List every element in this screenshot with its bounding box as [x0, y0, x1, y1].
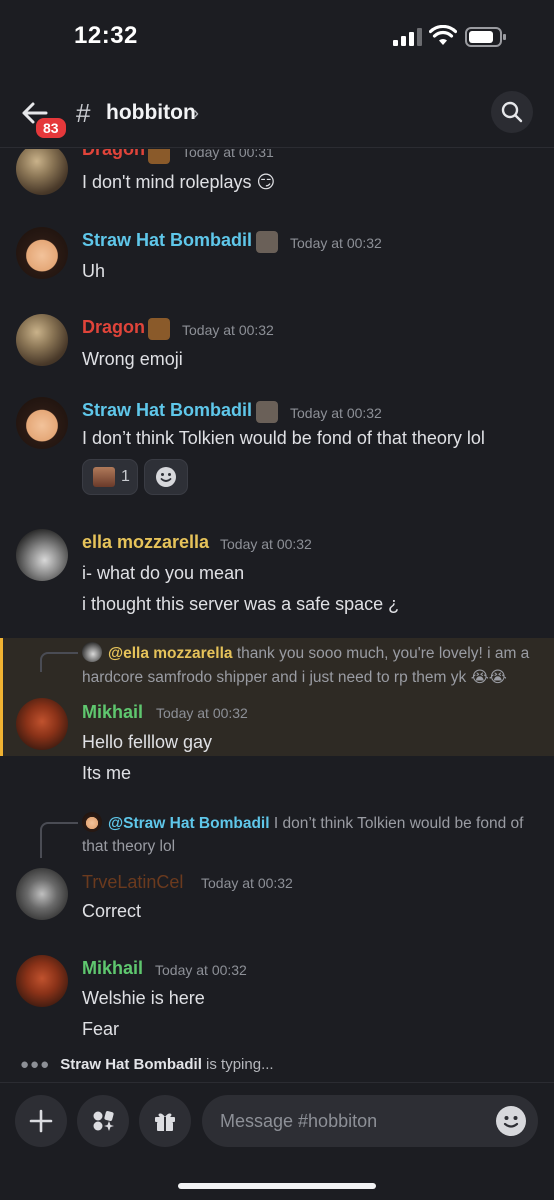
timestamp: Today at 00:32 — [201, 875, 293, 891]
reply-text: hardcore samfrodo shipper and i just nee… — [82, 669, 507, 686]
avatar[interactable] — [16, 529, 68, 581]
reply-text: thank you sooo much, you're lovely! i am… — [236, 645, 530, 662]
message-text: Hello felllow gay — [82, 732, 213, 752]
hash-icon: # — [76, 98, 91, 128]
reply-reference[interactable]: @Straw Hat Bombadil I don’t think Tolkie… — [82, 812, 523, 835]
reaction-count: 1 — [121, 468, 130, 485]
reply-text: that theory lol — [82, 838, 176, 855]
typing-text: is typing... — [206, 1056, 274, 1073]
avatar[interactable] — [16, 955, 68, 1007]
reply-reference[interactable]: @ella mozzarella thank you sooo much, yo… — [82, 642, 529, 665]
message-text: Welshie is here — [82, 988, 205, 1008]
unread-badge: 83 — [34, 116, 68, 140]
message-text: Correct — [82, 901, 142, 921]
apps-icon — [93, 1111, 114, 1131]
message-text: Its me — [82, 763, 132, 783]
apps-button[interactable] — [77, 1095, 129, 1147]
timestamp: Today at 00:32 — [220, 536, 312, 552]
timestamp: Today at 00:32 — [290, 405, 382, 421]
channel-header: 83 # hobbiton › — [0, 82, 554, 148]
message-text: Uh — [82, 261, 106, 281]
emoji-button[interactable] — [496, 1106, 526, 1136]
message-text: I don’t think Tolkien would be fond of t… — [82, 428, 485, 448]
avatar[interactable] — [16, 314, 68, 366]
typing-dots-icon: ●●● — [20, 1056, 51, 1073]
plus-icon — [29, 1109, 53, 1133]
role-icon — [148, 149, 170, 164]
author-name[interactable]: Dragon — [82, 317, 145, 338]
home-indicator[interactable] — [178, 1183, 376, 1189]
reply-mention[interactable]: @ella mozzarella — [108, 645, 233, 662]
role-icon — [256, 401, 278, 423]
reaction-emoji-icon — [93, 467, 115, 487]
author-name[interactable]: TrveLatinCel — [82, 872, 183, 893]
avatar[interactable] — [16, 227, 68, 279]
message-input[interactable] — [202, 1095, 538, 1147]
author-name[interactable]: Mikhail — [82, 702, 143, 723]
wifi-icon — [429, 25, 457, 45]
reply-text: I don’t think Tolkien would be fond of — [273, 815, 524, 832]
typing-indicator: ●●● Straw Hat Bombadil is typing... — [20, 1056, 274, 1073]
role-icon — [256, 231, 278, 253]
gift-icon — [155, 1113, 175, 1131]
reply-mention[interactable]: @Straw Hat Bombadil — [108, 815, 270, 832]
avatar[interactable] — [16, 868, 68, 920]
avatar[interactable] — [16, 397, 68, 449]
reaction-chip[interactable]: 1 — [82, 459, 138, 495]
author-name[interactable]: Dragon — [82, 149, 145, 160]
avatar[interactable] — [16, 698, 68, 750]
timestamp: Today at 00:32 — [156, 705, 248, 721]
add-attachment-button[interactable] — [15, 1095, 67, 1147]
gift-button[interactable] — [139, 1095, 191, 1147]
chevron-right-icon[interactable]: › — [193, 103, 199, 124]
avatar[interactable] — [16, 149, 68, 195]
author-name[interactable]: Mikhail — [82, 958, 143, 979]
smiley-icon — [503, 1116, 519, 1128]
author-name[interactable]: Straw Hat Bombadil — [82, 400, 252, 421]
add-reaction-button[interactable] — [144, 459, 188, 495]
message-text: i thought this server was a safe space ¿ — [82, 594, 400, 614]
author-name[interactable]: Straw Hat Bombadil — [82, 230, 252, 251]
timestamp: Today at 00:31 — [182, 149, 274, 160]
smiley-icon — [156, 467, 176, 487]
reply-connector — [40, 652, 78, 672]
clock: 12:32 — [74, 22, 138, 49]
search-icon — [501, 101, 523, 123]
role-icon — [148, 318, 170, 340]
timestamp: Today at 00:32 — [155, 962, 247, 978]
message-text: Wrong emoji — [82, 349, 183, 369]
reply-avatar — [82, 642, 102, 662]
channel-title[interactable]: hobbiton — [106, 101, 196, 125]
timestamp: Today at 00:32 — [182, 322, 274, 338]
reply-avatar — [82, 812, 102, 832]
battery-icon — [465, 27, 506, 47]
signal-icon — [393, 28, 422, 46]
status-bar: 12:32 — [0, 0, 554, 72]
message-text: i- what do you mean — [82, 563, 245, 583]
typing-user: Straw Hat Bombadil — [60, 1056, 202, 1073]
message-text: Fear — [82, 1019, 120, 1039]
message-list[interactable]: Dragon Today at 00:31 I don't mind rolep… — [0, 149, 554, 1079]
author-name[interactable]: ella mozzarella — [82, 532, 209, 553]
message-text: I don't mind roleplays 😏 — [82, 172, 276, 192]
search-button[interactable] — [491, 91, 533, 133]
reply-connector — [40, 822, 78, 858]
timestamp: Today at 00:32 — [290, 235, 382, 251]
